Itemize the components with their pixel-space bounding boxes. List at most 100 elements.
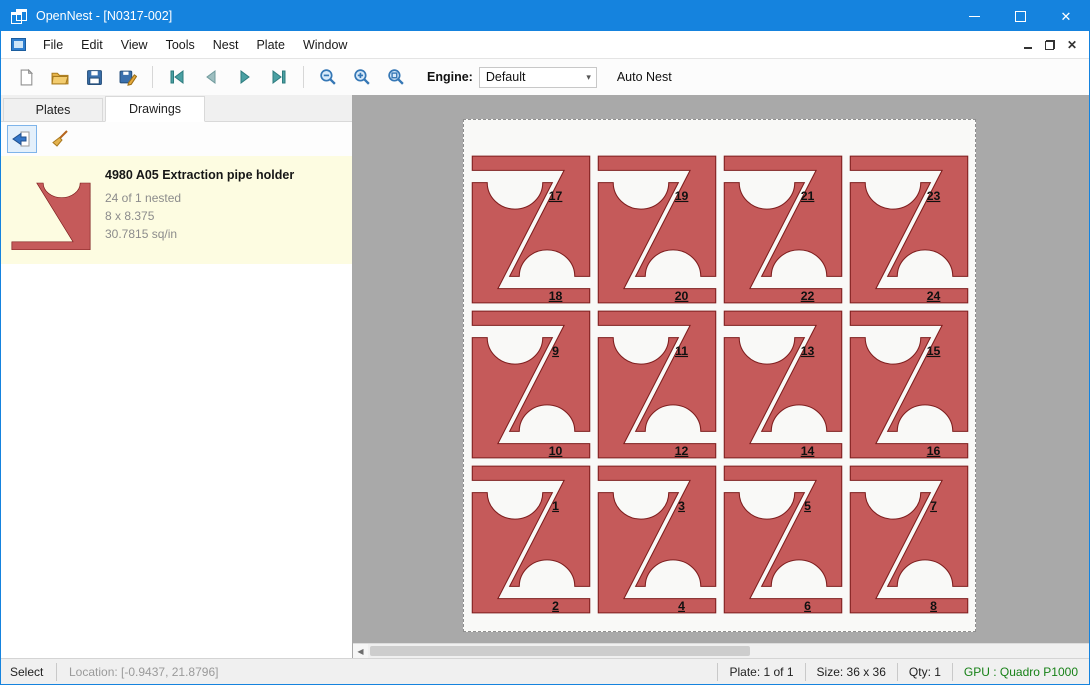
part-nested-count: 24 of 1 nested bbox=[105, 189, 294, 207]
part-number: 4 bbox=[678, 599, 685, 613]
save-edit-icon bbox=[119, 69, 137, 86]
menu-view[interactable]: View bbox=[112, 33, 157, 57]
part-number: 14 bbox=[801, 444, 815, 458]
zoom-fit-button[interactable] bbox=[379, 61, 413, 93]
previous-arrow-icon bbox=[202, 69, 220, 85]
part-number: 1 bbox=[552, 499, 559, 513]
minimize-button[interactable] bbox=[951, 1, 997, 31]
menu-file[interactable]: File bbox=[34, 33, 72, 57]
close-button[interactable]: ✕ bbox=[1043, 1, 1089, 31]
part-number: 9 bbox=[552, 344, 559, 358]
menu-window[interactable]: Window bbox=[294, 33, 356, 57]
part-number: 20 bbox=[675, 289, 689, 303]
engine-select[interactable]: Default ▾ bbox=[479, 67, 597, 88]
mdi-minimize-button[interactable] bbox=[1017, 35, 1039, 55]
minimize-icon bbox=[969, 16, 980, 17]
save-as-button[interactable] bbox=[111, 61, 145, 93]
status-location: Location: [-0.9437, 21.8796] bbox=[57, 665, 230, 679]
nest-cell[interactable]: 21 22 bbox=[720, 152, 846, 307]
first-arrow-icon bbox=[168, 69, 186, 85]
scroll-left-icon[interactable]: ◀ bbox=[353, 644, 368, 658]
app-icon bbox=[11, 9, 27, 23]
nest-cell[interactable]: 1920 bbox=[594, 152, 720, 307]
part-number: 24 bbox=[927, 289, 941, 303]
part-size: 8 x 8.375 bbox=[105, 207, 294, 225]
close-icon: ✕ bbox=[1061, 10, 1072, 23]
nest-cell[interactable]: 12 bbox=[468, 462, 594, 617]
auto-nest-button[interactable]: Auto Nest bbox=[617, 70, 672, 84]
part-number: 8 bbox=[930, 599, 937, 613]
status-bar: Select Location: [-0.9437, 21.8796] Plat… bbox=[1, 658, 1089, 684]
part-title: 4980 A05 Extraction pipe holder bbox=[105, 168, 294, 182]
part-number: 22 bbox=[801, 289, 815, 303]
menu-edit[interactable]: Edit bbox=[72, 33, 112, 57]
maximize-button[interactable] bbox=[997, 1, 1043, 31]
next-arrow-icon bbox=[236, 69, 254, 85]
new-button[interactable] bbox=[9, 61, 43, 93]
broom-icon bbox=[50, 130, 70, 148]
status-size: Size: 36 x 36 bbox=[806, 665, 897, 679]
nest-cell[interactable]: 78 bbox=[846, 462, 972, 617]
window-title: OpenNest - [N0317-002] bbox=[36, 9, 951, 23]
first-plate-button[interactable] bbox=[160, 61, 194, 93]
zoom-out-icon bbox=[319, 68, 337, 86]
part-number: 21 bbox=[801, 189, 815, 203]
mdi-minimize-icon bbox=[1024, 47, 1032, 49]
zoom-in-icon bbox=[353, 68, 371, 86]
previous-plate-button[interactable] bbox=[194, 61, 228, 93]
part-number: 15 bbox=[927, 344, 941, 358]
zoom-out-button[interactable] bbox=[311, 61, 345, 93]
zoom-in-button[interactable] bbox=[345, 61, 379, 93]
part-number: 12 bbox=[675, 444, 689, 458]
nest-cell[interactable]: 1516 bbox=[846, 307, 972, 462]
tab-plates[interactable]: Plates bbox=[3, 98, 103, 121]
part-number: 6 bbox=[804, 599, 811, 613]
nest-cell[interactable]: 1718 bbox=[468, 152, 594, 307]
open-folder-icon bbox=[51, 69, 69, 86]
nesting-canvas[interactable]: 171819202122232491011121314151612345678 … bbox=[353, 95, 1089, 658]
nest-cell[interactable]: 2324 bbox=[846, 152, 972, 307]
sidebar-toolbar bbox=[1, 122, 352, 156]
part-area: 30.7815 sq/in bbox=[105, 225, 294, 243]
save-button[interactable] bbox=[77, 61, 111, 93]
sidebar: Plates Drawings bbox=[1, 95, 353, 658]
horizontal-scrollbar[interactable]: ◀ bbox=[353, 643, 1089, 658]
part-number: 16 bbox=[927, 444, 941, 458]
part-number: 11 bbox=[675, 344, 688, 358]
new-document-icon bbox=[18, 69, 35, 86]
mdi-close-button[interactable]: ✕ bbox=[1061, 35, 1083, 55]
tab-drawings[interactable]: Drawings bbox=[105, 96, 205, 122]
menu-nest[interactable]: Nest bbox=[204, 33, 248, 57]
nest-cell[interactable]: 11 12 bbox=[594, 307, 720, 462]
menu-tools[interactable]: Tools bbox=[157, 33, 204, 57]
drawing-list-item[interactable]: 4980 A05 Extraction pipe holder 24 of 1 … bbox=[1, 156, 352, 264]
nest-grid: 171819202122232491011121314151612345678 bbox=[468, 152, 972, 617]
title-bar: OpenNest - [N0317-002] ✕ bbox=[1, 1, 1089, 31]
clean-button[interactable] bbox=[45, 125, 75, 153]
toolbar: Engine: Default ▾ Auto Nest bbox=[1, 59, 1089, 96]
save-floppy-icon bbox=[86, 69, 103, 86]
nest-cell[interactable]: 9 10 bbox=[468, 307, 594, 462]
scrollbar-thumb[interactable] bbox=[370, 646, 750, 656]
chevron-down-icon: ▾ bbox=[586, 72, 591, 83]
part-number: 10 bbox=[549, 444, 563, 458]
nest-cell[interactable]: 1314 bbox=[720, 307, 846, 462]
part-number: 7 bbox=[930, 499, 937, 513]
nest-cell[interactable]: 34 bbox=[594, 462, 720, 617]
document-icon[interactable] bbox=[11, 38, 26, 51]
last-plate-button[interactable] bbox=[262, 61, 296, 93]
nest-cell[interactable]: 56 bbox=[720, 462, 846, 617]
next-plate-button[interactable] bbox=[228, 61, 262, 93]
send-to-plate-button[interactable] bbox=[7, 125, 37, 153]
blue-arrow-left-icon bbox=[12, 130, 32, 148]
last-arrow-icon bbox=[270, 69, 288, 85]
part-number: 3 bbox=[678, 499, 685, 513]
part-number: 2 bbox=[552, 599, 559, 613]
status-gpu: GPU : Quadro P1000 bbox=[953, 665, 1089, 679]
open-button[interactable] bbox=[43, 61, 77, 93]
menu-plate[interactable]: Plate bbox=[247, 33, 294, 57]
mdi-restore-button[interactable] bbox=[1039, 35, 1061, 55]
menu-bar: File Edit View Tools Nest Plate Window ✕ bbox=[1, 31, 1089, 59]
app-window: OpenNest - [N0317-002] ✕ File Edit View … bbox=[0, 0, 1090, 685]
plate-sheet[interactable]: 171819202122232491011121314151612345678 bbox=[463, 119, 976, 632]
